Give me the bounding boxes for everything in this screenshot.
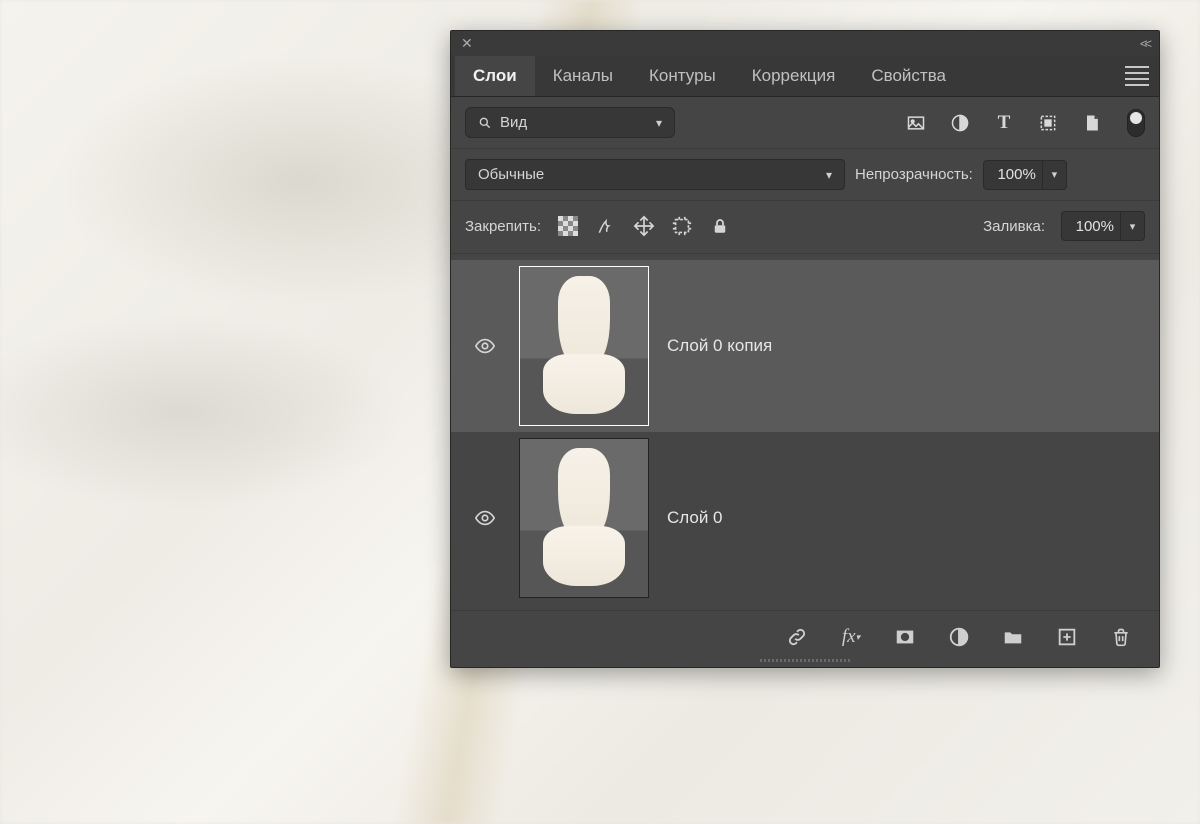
filter-type-text-icon[interactable]: T: [993, 112, 1015, 134]
tab-properties[interactable]: Свойства: [853, 56, 964, 96]
chevron-down-icon[interactable]: ▾: [1120, 212, 1144, 240]
lock-label: Закрепить:: [465, 218, 541, 235]
blend-mode-value: Обычные: [478, 166, 544, 183]
visibility-toggle[interactable]: [465, 507, 505, 529]
tab-layers[interactable]: Слои: [455, 56, 535, 96]
layer-thumbnail[interactable]: [519, 266, 649, 426]
chevron-down-icon: ▾: [656, 116, 662, 130]
lock-position-icon[interactable]: [633, 215, 655, 237]
fill-field[interactable]: ▾: [1061, 211, 1145, 241]
lock-transparency-icon[interactable]: [557, 215, 579, 237]
layers-panel: ✕ << Слои Каналы Контуры Коррекция Свойс…: [450, 30, 1160, 668]
collapse-icon[interactable]: <<: [1140, 36, 1149, 51]
search-icon: [478, 116, 492, 130]
filter-adjustment-icon[interactable]: [949, 112, 971, 134]
layer-list: Слой 0 копия Слой 0: [451, 254, 1159, 610]
layer-filter-row: Вид ▾ T: [451, 97, 1159, 149]
visibility-toggle[interactable]: [465, 335, 505, 357]
new-adjustment-layer-icon[interactable]: [947, 625, 971, 649]
filter-toggle[interactable]: [1127, 109, 1145, 137]
layer-name[interactable]: Слой 0: [667, 508, 723, 528]
chevron-down-icon: ▾: [826, 168, 832, 182]
fill-label: Заливка:: [983, 218, 1045, 235]
filter-kind-select[interactable]: Вид ▾: [465, 107, 675, 138]
layer-fx-icon[interactable]: fx▾: [839, 625, 863, 649]
blend-mode-select[interactable]: Обычные ▾: [465, 159, 845, 190]
filter-smartobject-icon[interactable]: [1081, 112, 1103, 134]
blend-row: Обычные ▾ Непрозрачность: ▾: [451, 149, 1159, 201]
layer-name[interactable]: Слой 0 копия: [667, 336, 772, 356]
filter-shape-icon[interactable]: [1037, 112, 1059, 134]
panel-titlebar: ✕ <<: [451, 31, 1159, 56]
chevron-down-icon[interactable]: ▾: [1042, 161, 1066, 189]
tab-channels[interactable]: Каналы: [535, 56, 631, 96]
fill-input[interactable]: [1062, 218, 1120, 235]
opacity-label: Непрозрачность:: [855, 166, 973, 183]
opacity-field[interactable]: ▾: [983, 160, 1067, 190]
lock-artboard-icon[interactable]: [671, 215, 693, 237]
lock-row: Закрепить: Заливка: ▾: [451, 201, 1159, 254]
opacity-input[interactable]: [984, 166, 1042, 183]
new-group-icon[interactable]: [1001, 625, 1025, 649]
new-layer-icon[interactable]: [1055, 625, 1079, 649]
tab-adjustments[interactable]: Коррекция: [734, 56, 854, 96]
filter-pixel-icon[interactable]: [905, 112, 927, 134]
close-icon[interactable]: ✕: [461, 35, 473, 52]
resize-grip[interactable]: [451, 659, 1159, 667]
layer-row[interactable]: Слой 0: [451, 432, 1159, 604]
add-mask-icon[interactable]: [893, 625, 917, 649]
link-layers-icon[interactable]: [785, 625, 809, 649]
lock-image-icon[interactable]: [595, 215, 617, 237]
panel-tabs: Слои Каналы Контуры Коррекция Свойства: [451, 56, 1159, 97]
filter-type-icons: T: [905, 112, 1103, 134]
layer-thumbnail[interactable]: [519, 438, 649, 598]
delete-layer-icon[interactable]: [1109, 625, 1133, 649]
tab-paths[interactable]: Контуры: [631, 56, 734, 96]
layer-row[interactable]: Слой 0 копия: [451, 260, 1159, 432]
lock-all-icon[interactable]: [709, 215, 731, 237]
filter-kind-label: Вид: [500, 114, 527, 131]
panel-menu-icon[interactable]: [1125, 64, 1149, 88]
panel-footer: fx▾: [451, 610, 1159, 659]
